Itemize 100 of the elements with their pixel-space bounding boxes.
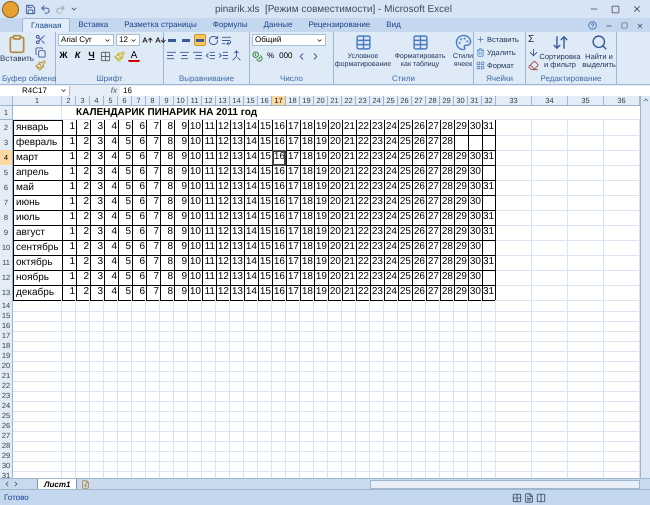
ribbon-tab[interactable]: Вставка	[70, 18, 116, 32]
underline-button[interactable]: Ч	[86, 50, 97, 62]
day-cell: 14	[244, 150, 258, 166]
bold-button[interactable]: Ж	[58, 50, 69, 62]
day-cell: 23	[370, 195, 384, 211]
day-cell	[454, 135, 468, 151]
day-cell: 1	[62, 195, 76, 211]
day-cell: 2	[76, 120, 90, 136]
copy-icon[interactable]	[35, 47, 46, 58]
page-layout-icon[interactable]	[524, 492, 534, 502]
day-cell: 20	[328, 225, 342, 241]
day-cell: 31	[482, 210, 496, 226]
formula-field[interactable]: 16	[120, 86, 650, 96]
day-cell: 24	[384, 165, 398, 181]
previous-sheet-icon[interactable]	[3, 480, 11, 488]
align-left-icon[interactable]	[166, 50, 177, 61]
day-cell: 17	[286, 210, 300, 226]
day-cell: 8	[160, 285, 174, 301]
sheet-tab[interactable]: Лист1	[37, 478, 78, 490]
ribbon-tab[interactable]: Формулы	[204, 18, 256, 32]
day-cell: 13	[230, 285, 244, 301]
save-icon[interactable]	[25, 4, 36, 14]
page-break-icon[interactable]	[536, 492, 546, 502]
day-cell: 7	[146, 240, 160, 256]
fill-color-icon[interactable]	[114, 50, 125, 62]
font-color-button[interactable]: A	[128, 50, 140, 62]
undo-icon[interactable]	[40, 4, 51, 14]
fill-icon[interactable]	[528, 47, 539, 58]
font-name-field[interactable]: Arial Cyr	[58, 34, 114, 46]
currency-icon[interactable]	[252, 50, 263, 62]
day-cell: 18	[300, 285, 314, 301]
align-center-icon[interactable]	[179, 50, 190, 61]
day-cell: 15	[258, 210, 272, 226]
name-box[interactable]: R4C17	[0, 86, 70, 96]
day-cell: 21	[342, 180, 356, 196]
day-cell: 27	[426, 240, 440, 256]
day-cell: 29	[454, 225, 468, 241]
day-cell: 30	[468, 180, 482, 196]
font-size-field[interactable]: 12	[116, 34, 140, 46]
cut-icon[interactable]	[35, 34, 46, 45]
group-label: Выравнивание	[178, 73, 236, 84]
office-button[interactable]	[2, 0, 19, 18]
day-cell: 15	[258, 270, 272, 286]
sheet-title: КАЛЕНДАРИК ПИНАРИК НА 2011 год	[62, 106, 640, 120]
decrease-indent-icon[interactable]	[205, 50, 216, 61]
day-cell: 7	[146, 180, 160, 196]
ribbon-tab[interactable]: Данные	[256, 18, 300, 32]
ribbon-tab[interactable]: Главная	[22, 18, 70, 32]
ribbon-tab[interactable]: Вид	[378, 18, 409, 32]
day-cell: 28	[440, 255, 454, 271]
group-label: Шрифт	[95, 73, 124, 84]
merge-icon[interactable]	[231, 50, 242, 61]
normal-view-icon[interactable]	[512, 492, 522, 502]
number-format-field[interactable]: Общий	[252, 34, 326, 46]
scroll-up-icon[interactable]	[642, 96, 650, 104]
day-cell: 9	[174, 270, 188, 286]
day-cell: 3	[90, 180, 104, 196]
thousands-button[interactable]: 000	[278, 50, 294, 62]
fx-button[interactable]: fx	[70, 86, 120, 96]
day-cell: 4	[104, 195, 118, 211]
paste-button[interactable]: Вставить	[2, 34, 32, 71]
increase-indent-icon[interactable]	[218, 50, 229, 61]
day-cell: 28	[440, 240, 454, 256]
borders-icon[interactable]	[100, 50, 111, 62]
cells-icon	[476, 35, 485, 44]
orientation-icon[interactable]	[208, 34, 219, 46]
grow-font-icon[interactable]	[142, 34, 153, 46]
ribbon-tab[interactable]: Рецензирование	[300, 18, 378, 32]
help-icon[interactable]	[588, 21, 597, 30]
next-sheet-icon[interactable]	[12, 480, 20, 488]
day-cell: 23	[370, 240, 384, 256]
day-cell: 27	[426, 180, 440, 196]
day-cell: 10	[188, 195, 202, 211]
day-cell: 15	[258, 150, 272, 166]
restore-icon[interactable]	[621, 22, 628, 29]
day-cell: 6	[132, 165, 146, 181]
horizontal-scrollbar[interactable]	[370, 480, 640, 488]
autosum-button[interactable]: Σ	[528, 34, 534, 45]
day-cell: 4	[104, 150, 118, 166]
customize-icon[interactable]	[70, 5, 78, 13]
align-right-icon[interactable]	[192, 50, 203, 61]
day-cell: 6	[132, 120, 146, 136]
day-cell: 11	[202, 210, 216, 226]
vertical-align-button[interactable]	[194, 34, 206, 46]
close-icon[interactable]	[636, 22, 644, 30]
wrap-text-icon[interactable]	[221, 34, 232, 46]
shrink-font-icon[interactable]	[155, 34, 166, 46]
vertical-scrollbar[interactable]	[640, 96, 650, 478]
day-cell: 16	[272, 135, 286, 151]
day-cell: 5	[118, 210, 132, 226]
day-cell: 1	[62, 240, 76, 256]
day-cell: 13	[230, 210, 244, 226]
eraser-icon[interactable]	[528, 60, 539, 71]
close-icon[interactable]	[632, 4, 642, 14]
ribbon-tab[interactable]: Разметка страницы	[116, 18, 205, 32]
percent-button[interactable]: %	[266, 50, 276, 62]
group-label: Число	[278, 73, 304, 84]
italic-button[interactable]: К	[72, 50, 83, 62]
cells-icon	[476, 61, 485, 70]
day-cell: 29	[454, 210, 468, 226]
